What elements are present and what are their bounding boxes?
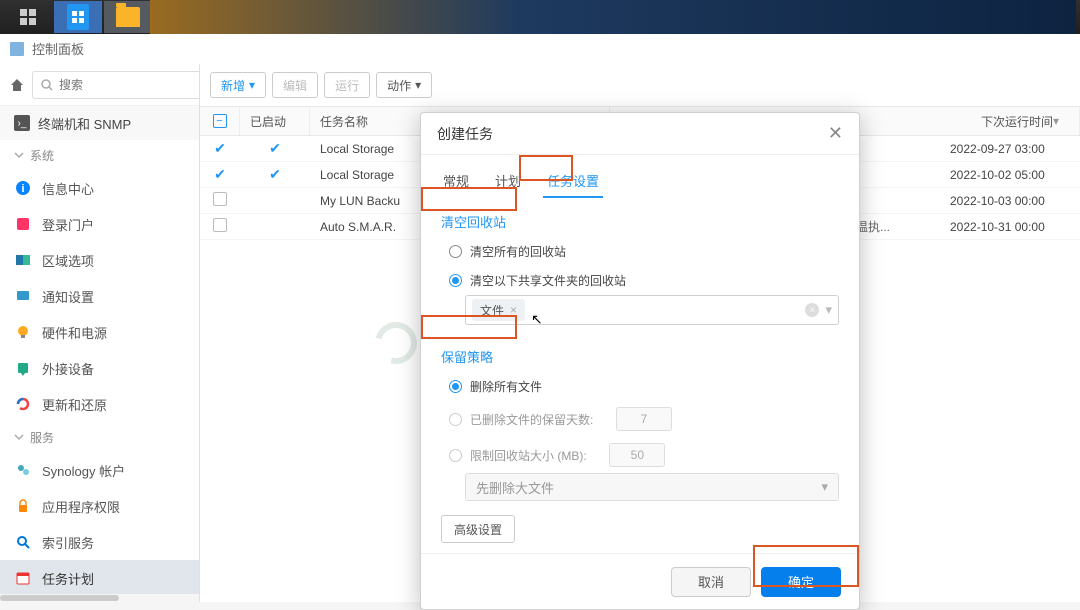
home-icon (9, 77, 25, 93)
sidebar-item-login[interactable]: 登录门户 (0, 206, 199, 242)
taskbar-filemanager-button[interactable] (104, 1, 152, 33)
radio-icon (449, 245, 462, 258)
radio-icon (449, 449, 462, 462)
close-icon[interactable]: ✕ (828, 123, 843, 144)
sidebar-item-external[interactable]: 外接设备 (0, 350, 199, 386)
calendar-icon (14, 569, 32, 587)
taskbar-apps-button[interactable] (4, 1, 52, 33)
radio-retain-days[interactable]: 已删除文件的保留天数: (441, 401, 839, 437)
sidebar-item-region[interactable]: 区域选项 (0, 242, 199, 278)
breadcrumb[interactable]: ›_ 终端机和 SNMP (0, 106, 199, 140)
retain-days-input[interactable] (616, 407, 672, 431)
lock-icon (14, 497, 32, 515)
radio-icon (449, 274, 462, 287)
grid-icon (19, 8, 37, 26)
shared-folder-select[interactable]: 文件× × ▾ (465, 295, 839, 325)
ok-button[interactable]: 确定 (761, 567, 841, 597)
chevron-down-icon (14, 432, 24, 442)
taskbar-controlpanel-button[interactable] (54, 1, 102, 33)
content-area: 新增▾ 编辑 运行 动作▾ − 已启动 任务名称 下次运行时间 ▾ ✔✔Loca… (200, 64, 1080, 602)
dialog-tabs: 常规 计划 任务设置 (421, 155, 859, 198)
search-input[interactable] (59, 78, 200, 92)
cancel-button[interactable]: 取消 (671, 567, 751, 597)
radio-icon (449, 380, 462, 393)
radio-limit-size[interactable]: 限制回收站大小 (MB): (441, 437, 839, 473)
tab-general[interactable]: 常规 (439, 165, 473, 198)
controlpanel-icon (10, 42, 24, 56)
tag-remove-icon[interactable]: × (510, 303, 517, 317)
search-icon (41, 79, 53, 91)
sidebar-item-index[interactable]: 索引服务 (0, 524, 199, 560)
search-input-wrap[interactable] (32, 71, 200, 99)
ext-icon (14, 359, 32, 377)
notify-icon (14, 287, 32, 305)
radio-delete-all[interactable]: 删除所有文件 (441, 372, 839, 401)
control-panel-window: 控制面板 ›_ 终端机和 SNMP 系统 i信息 (0, 34, 1080, 602)
radio-clear-all[interactable]: 清空所有的回收站 (441, 237, 839, 266)
login-icon (14, 215, 32, 233)
create-task-dialog: 创建任务 ✕ 常规 计划 任务设置 清空回收站 清空所有的回收站 清空以下共享文… (420, 112, 860, 610)
sidebar-item-update[interactable]: 更新和还原 (0, 386, 199, 422)
clear-icon[interactable]: × (805, 303, 819, 317)
taskbar (0, 0, 1080, 34)
sidebar-topbar (0, 64, 199, 106)
window-title: 控制面板 (32, 39, 84, 58)
info-icon: i (14, 179, 32, 197)
section-retention: 保留策略 (441, 341, 839, 372)
folder-icon (116, 7, 140, 27)
radio-icon (449, 413, 462, 426)
home-button[interactable] (8, 71, 26, 99)
controlpanel-icon (67, 4, 89, 30)
dialog-title: 创建任务 (437, 124, 493, 144)
account-icon (14, 461, 32, 479)
sidebar-scrollbar[interactable] (0, 594, 199, 602)
sidebar-group-system[interactable]: 系统 (0, 140, 199, 170)
sidebar-group-services[interactable]: 服务 (0, 422, 199, 452)
tab-settings[interactable]: 任务设置 (543, 165, 603, 198)
chevron-down-icon (14, 150, 24, 160)
index-icon (14, 533, 32, 551)
sidebar-item-perm[interactable]: 应用程序权限 (0, 488, 199, 524)
sidebar-item-hardware[interactable]: 硬件和电源 (0, 314, 199, 350)
region-icon (14, 251, 32, 269)
dialog-overlay: 创建任务 ✕ 常规 计划 任务设置 清空回收站 清空所有的回收站 清空以下共享文… (200, 64, 1080, 602)
radio-clear-selected[interactable]: 清空以下共享文件夹的回收站 (441, 266, 839, 295)
sidebar-item-scheduler[interactable]: 任务计划 (0, 560, 199, 596)
caret-down-icon[interactable]: ▾ (825, 302, 832, 318)
advanced-button[interactable]: 高级设置 (441, 515, 515, 543)
delete-order-select[interactable]: 先删除大文件 (465, 473, 839, 501)
breadcrumb-label: 终端机和 SNMP (38, 114, 131, 133)
dialog-titlebar: 创建任务 ✕ (421, 113, 859, 155)
svg-text:i: i (21, 183, 24, 195)
sidebar-item-notify[interactable]: 通知设置 (0, 278, 199, 314)
bulb-icon (14, 323, 32, 341)
tab-schedule[interactable]: 计划 (491, 165, 525, 198)
folder-tag[interactable]: 文件× (472, 299, 525, 321)
window-titlebar: 控制面板 (0, 34, 1080, 64)
dialog-footer: 取消 确定 (421, 553, 859, 609)
update-icon (14, 395, 32, 413)
section-recycle: 清空回收站 (441, 206, 839, 237)
sidebar: ›_ 终端机和 SNMP 系统 i信息中心 登录门户 区域选项 通知设置 硬件和… (0, 64, 200, 602)
sidebar-item-account[interactable]: Synology 帐户 (0, 452, 199, 488)
dialog-body: 清空回收站 清空所有的回收站 清空以下共享文件夹的回收站 文件× × ▾ 保留策略… (421, 198, 859, 553)
terminal-icon: ›_ (14, 115, 30, 131)
taskbar-background (150, 0, 1076, 34)
sidebar-item-info[interactable]: i信息中心 (0, 170, 199, 206)
limit-size-input[interactable] (609, 443, 665, 467)
